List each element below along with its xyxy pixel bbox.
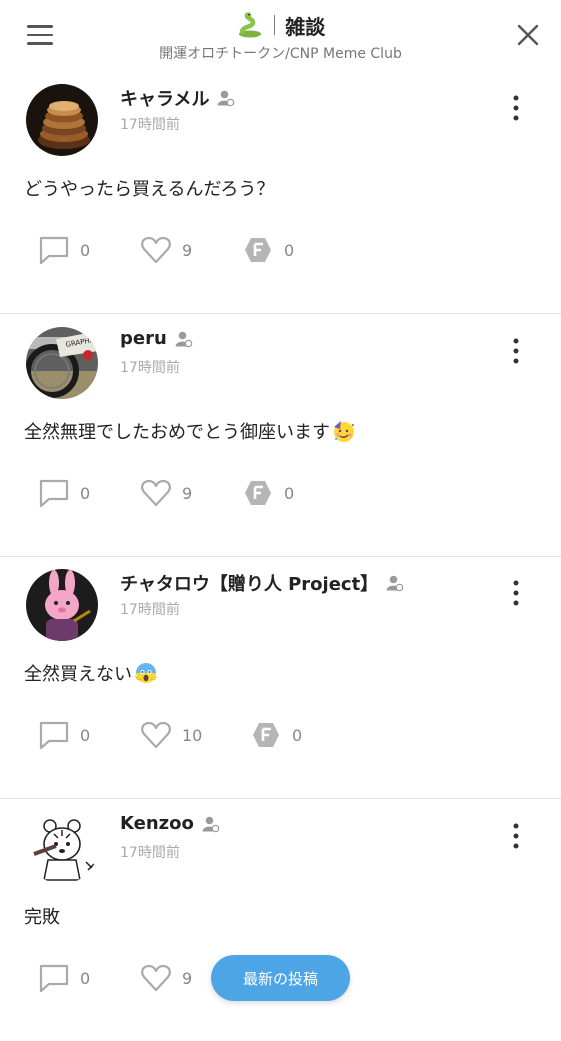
like-count: 10 xyxy=(182,725,203,745)
title-divider xyxy=(273,15,276,35)
author-row: チャタロウ【贈り人 Project】 xyxy=(120,570,404,596)
comment-action[interactable]: 0 xyxy=(38,719,90,751)
post-actions: 0 10 0 xyxy=(0,719,561,759)
token-action[interactable]: 0 xyxy=(242,234,294,266)
comment-count: 0 xyxy=(80,725,91,745)
comment-count: 0 xyxy=(80,968,91,988)
header: 雑談 開運オロチトークン/CNP Meme Club xyxy=(0,0,561,72)
post-text: 全然買えない xyxy=(24,660,158,686)
heart-icon xyxy=(141,721,171,749)
community-name: 開運オロチトークン/CNP Meme Club xyxy=(159,46,402,62)
token-count: 0 xyxy=(284,483,295,503)
like-count: 9 xyxy=(182,483,193,503)
comment-icon xyxy=(39,479,69,508)
post-card[interactable]: Kenzoo 17時間前 完敗 0 9 xyxy=(0,798,561,1041)
like-count: 9 xyxy=(182,240,193,260)
token-count: 0 xyxy=(292,725,303,745)
header-title-block: 雑談 開運オロチトークン/CNP Meme Club xyxy=(100,10,461,63)
user-role-icon xyxy=(217,90,235,107)
post-text: 全然無理でしたおめでとう御座います xyxy=(24,418,356,444)
comment-action[interactable]: 0 xyxy=(38,962,90,994)
comment-count: 0 xyxy=(80,240,91,260)
hamburger-icon[interactable] xyxy=(27,25,53,45)
like-action[interactable]: 9 xyxy=(140,477,192,509)
like-count: 9 xyxy=(182,968,193,988)
page-title: 雑談 xyxy=(285,14,326,39)
author-row: peru xyxy=(120,328,193,349)
close-icon[interactable] xyxy=(516,23,540,47)
user-role-icon xyxy=(386,575,404,592)
avatar[interactable] xyxy=(26,812,98,884)
post-card[interactable]: チャタロウ【贈り人 Project】 17時間前 全然買えない 0 10 0 xyxy=(0,555,561,799)
comment-count: 0 xyxy=(80,483,91,503)
heart-icon xyxy=(141,236,171,264)
like-action[interactable]: 9 xyxy=(140,234,192,266)
author-name[interactable]: キャラメル xyxy=(120,85,209,111)
avatar[interactable] xyxy=(26,84,98,156)
post-time: 17時間前 xyxy=(120,845,180,861)
post-actions: 0 9 0 xyxy=(0,477,561,517)
post-card[interactable]: キャラメル 17時間前 どうやったら買えるんだろう？ 0 9 0 xyxy=(0,70,561,314)
post-text: どうやったら買えるんだろう？ xyxy=(24,179,275,200)
user-role-icon xyxy=(202,816,220,832)
token-icon xyxy=(253,723,279,747)
token-icon xyxy=(245,481,271,505)
heart-icon xyxy=(141,964,171,992)
author-name[interactable]: Kenzoo xyxy=(120,813,194,834)
author-name[interactable]: peru xyxy=(120,328,167,349)
author-row: キャラメル xyxy=(120,85,235,111)
token-action[interactable]: 0 xyxy=(250,719,302,751)
comment-action[interactable]: 0 xyxy=(38,477,90,509)
author-row: Kenzoo xyxy=(120,813,220,834)
avatar[interactable]: GRAPHIS xyxy=(26,327,98,399)
token-icon xyxy=(245,238,271,262)
comment-icon xyxy=(39,236,69,265)
like-action[interactable]: 10 xyxy=(140,719,202,751)
post-time: 17時間前 xyxy=(120,602,180,618)
post-time: 17時間前 xyxy=(120,117,180,133)
post-text: 完敗 xyxy=(24,907,60,928)
user-role-icon xyxy=(175,331,193,347)
comment-action[interactable]: 0 xyxy=(38,234,90,266)
comment-icon xyxy=(39,721,69,750)
author-name[interactable]: チャタロウ【贈り人 Project】 xyxy=(120,570,378,596)
more-options-icon[interactable] xyxy=(505,94,527,122)
more-options-icon[interactable] xyxy=(505,579,527,607)
post-time: 17時間前 xyxy=(120,360,180,376)
token-count: 0 xyxy=(284,240,295,260)
token-action[interactable]: 0 xyxy=(242,477,294,509)
post-actions: 0 9 0 xyxy=(0,234,561,274)
snake-icon xyxy=(238,12,261,38)
title-row: 雑談 xyxy=(100,10,461,40)
latest-posts-button[interactable]: 最新の投稿 xyxy=(211,955,350,1001)
post-card[interactable]: GRAPHIS peru 17時間前 全然無理でしたおめでとう御座います 0 9… xyxy=(0,313,561,557)
heart-icon xyxy=(141,479,171,507)
like-action[interactable]: 9 xyxy=(140,962,192,994)
partying-face-icon xyxy=(334,421,354,442)
screaming-face-icon xyxy=(135,663,157,683)
comment-icon xyxy=(39,964,69,993)
avatar[interactable] xyxy=(26,569,98,641)
more-options-icon[interactable] xyxy=(505,822,527,850)
more-options-icon[interactable] xyxy=(505,337,527,365)
